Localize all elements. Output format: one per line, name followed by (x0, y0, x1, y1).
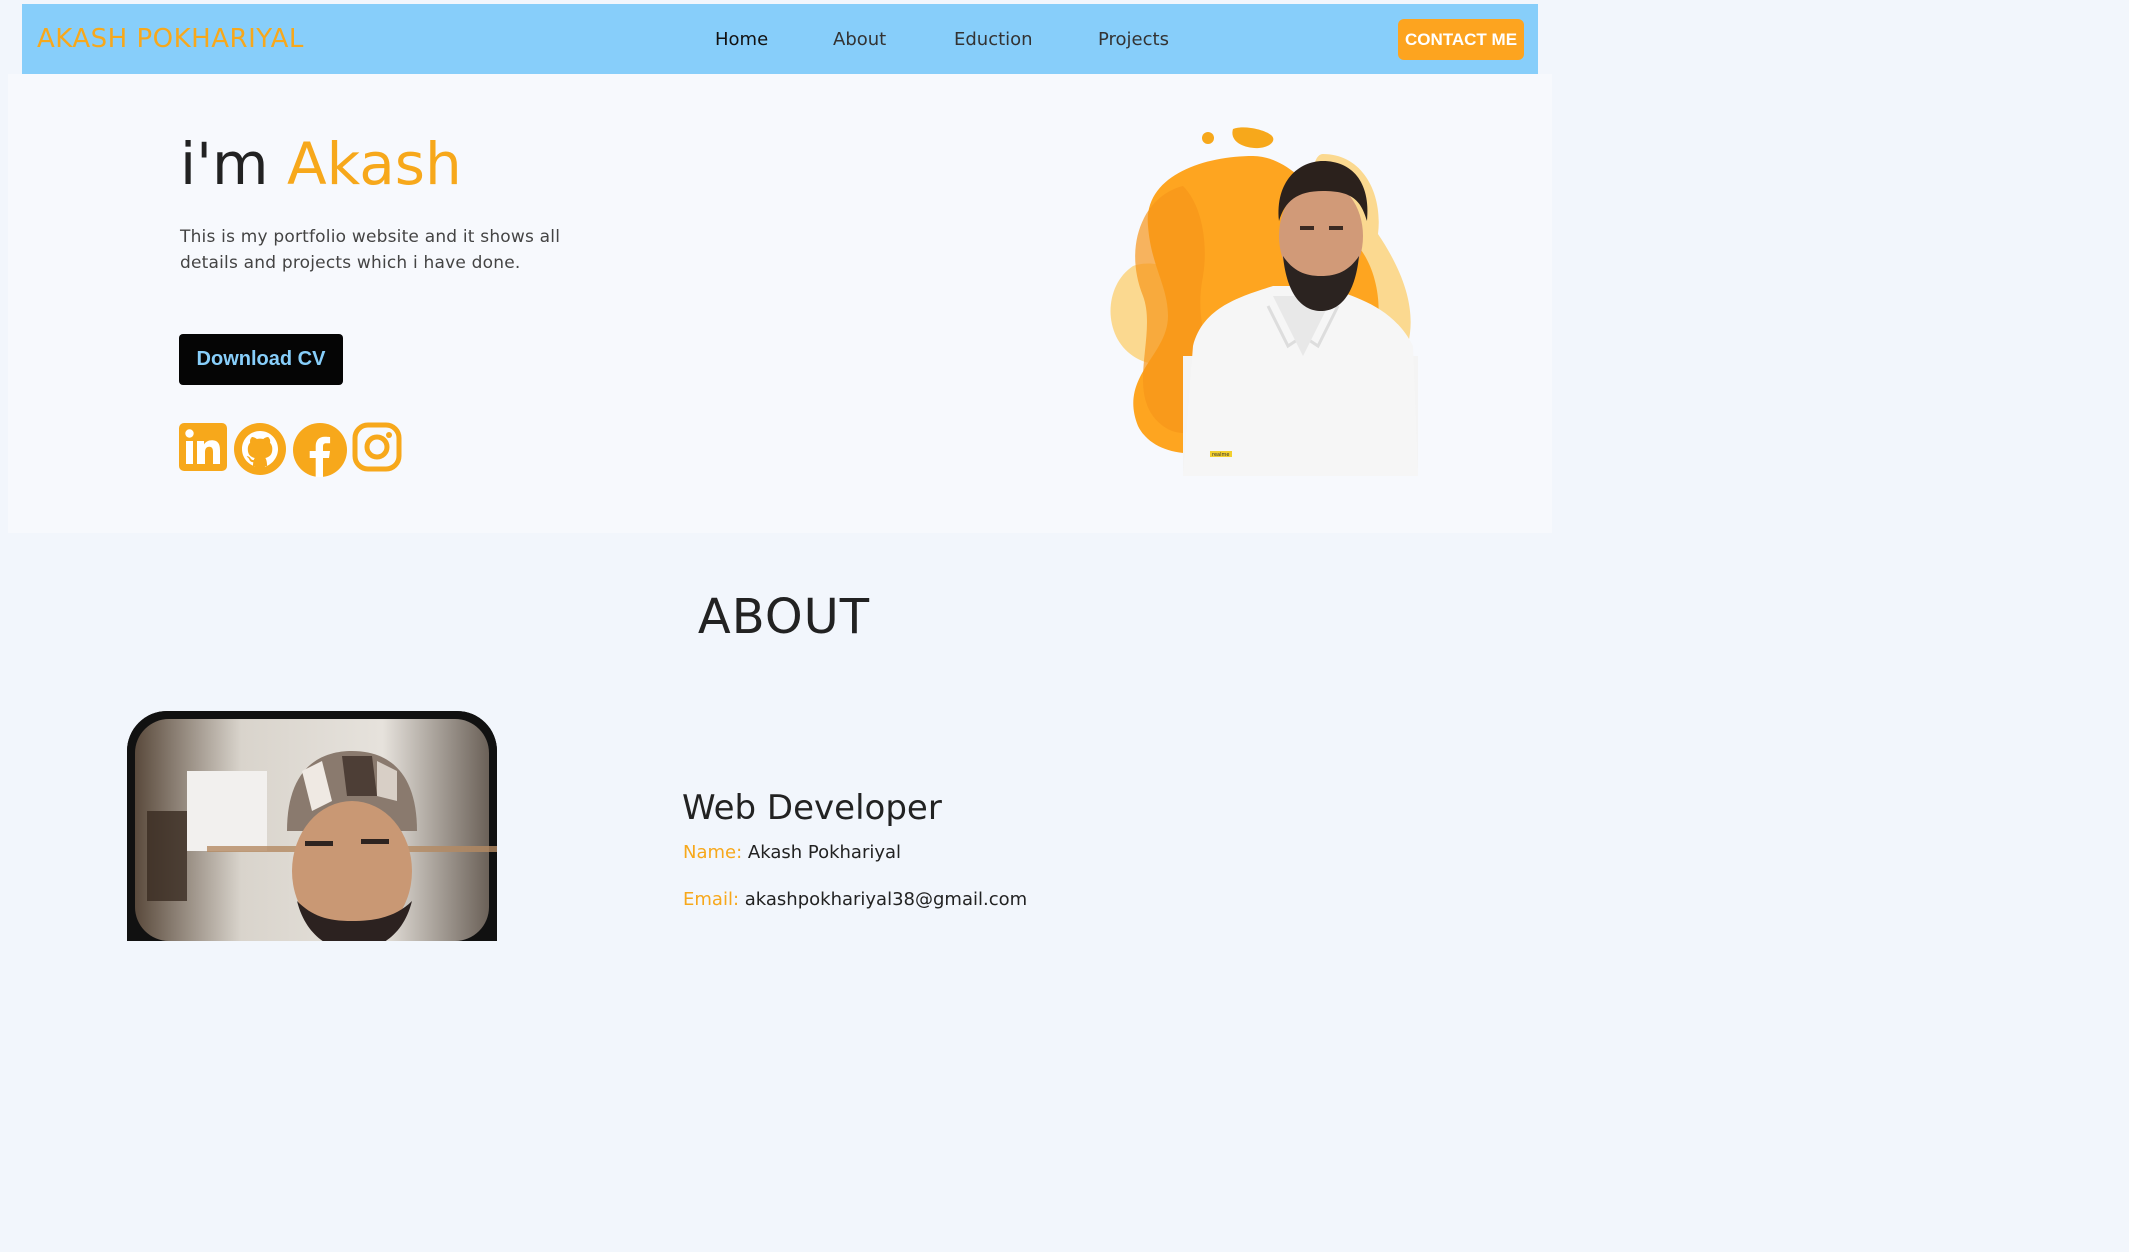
about-portrait (127, 711, 497, 941)
nav-education[interactable]: Eduction (954, 30, 1033, 50)
about-name-row: Name: Akash Pokhariyal (683, 841, 901, 865)
download-cv-button[interactable]: Download CV (179, 334, 343, 385)
hero-portrait: realme (1110, 127, 1418, 476)
navbar: AKASH POKHARIYAL Home About Eduction Pro… (22, 4, 1538, 74)
linkedin-icon[interactable] (179, 422, 227, 472)
about-title: ABOUT (697, 589, 871, 645)
name-value: Akash Pokhariyal (747, 842, 902, 863)
hero-title-prefix: i'm (180, 130, 287, 198)
about-role: Web Developer (682, 788, 942, 828)
hero-title-name: Akash (287, 130, 462, 198)
email-value[interactable]: akashpokhariyal38@gmail.com (745, 889, 1027, 910)
about-email-row: Email: akashpokhariyal38@gmail.com (683, 888, 1027, 912)
nav-about[interactable]: About (833, 30, 886, 50)
email-label: Email: (683, 889, 740, 910)
watermark-text: realme (1212, 452, 1229, 458)
facebook-icon[interactable] (292, 422, 348, 478)
instagram-icon[interactable] (352, 422, 402, 472)
name-label: Name: (683, 842, 743, 863)
nav-home[interactable]: Home (715, 30, 768, 50)
about-photo (127, 711, 497, 941)
hero-section: i'm Akash This is my portfolio website a… (8, 74, 1552, 533)
hero-title: i'm Akash (180, 132, 462, 196)
nav-projects[interactable]: Projects (1098, 30, 1169, 50)
contact-me-button[interactable]: CONTACT ME (1398, 19, 1524, 60)
brand-logo[interactable]: AKASH POKHARIYAL (37, 24, 304, 54)
hero-description: This is my portfolio website and it show… (180, 227, 561, 273)
github-icon[interactable] (233, 422, 287, 476)
